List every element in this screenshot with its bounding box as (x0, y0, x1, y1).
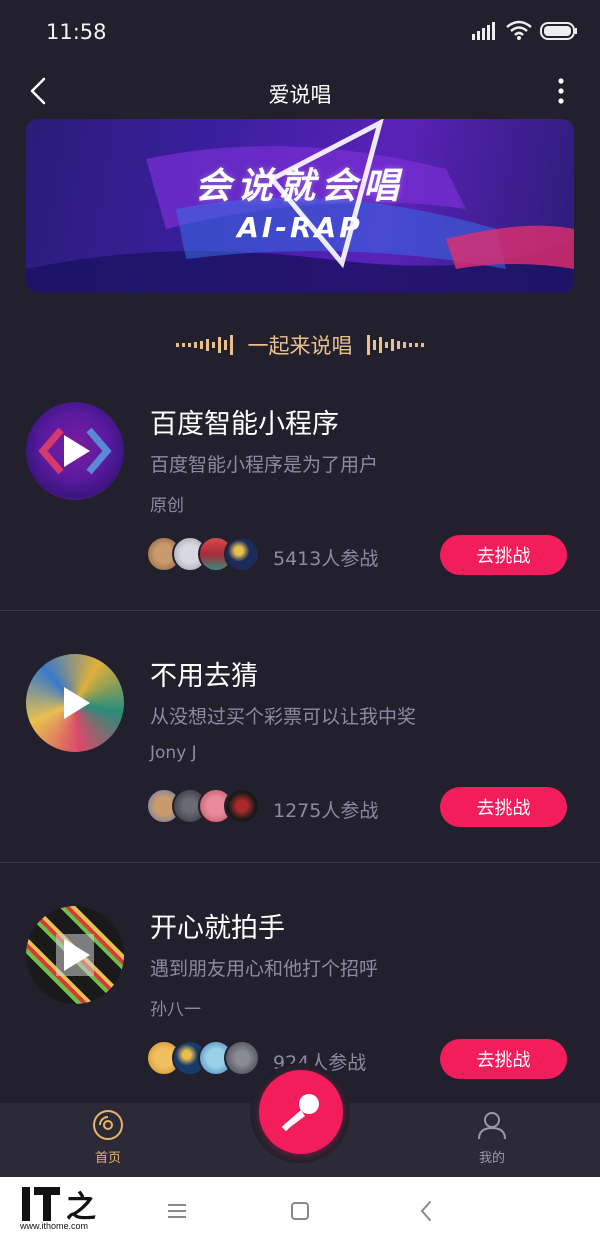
song-cover[interactable] (26, 402, 124, 500)
song-artist: Jony J (150, 743, 197, 763)
song-description: 从没想过买个彩票可以让我中奖 (150, 706, 417, 728)
song-description: 百度智能小程序是为了用户 (150, 454, 379, 476)
avatar (224, 536, 260, 572)
home-icon[interactable] (290, 1201, 310, 1221)
participant-avatars (146, 788, 262, 824)
banner-subtitle: AI-RAP (237, 211, 363, 244)
participant-avatars (146, 1040, 262, 1076)
page-title: 爱说唱 (268, 83, 332, 107)
play-icon[interactable] (26, 402, 124, 500)
user-icon (478, 1112, 506, 1140)
avatar (224, 788, 260, 824)
banner-title: 会说就会唱 (194, 165, 405, 207)
tab-mine[interactable]: 我的 (462, 1109, 522, 1173)
tab-home-label: 首页 (94, 1151, 121, 1166)
signal-icon (472, 22, 495, 40)
participant-avatars (146, 536, 262, 572)
microphone-icon (281, 1094, 319, 1132)
song-cover[interactable] (26, 654, 124, 752)
section-heading: 一起来说唱 (0, 328, 600, 362)
system-nav-bar: 之 www.ithome.com (0, 1177, 600, 1248)
song-title: 开心就拍手 (150, 913, 285, 944)
menu-icon[interactable] (166, 1201, 188, 1221)
song-title: 百度智能小程序 (150, 409, 339, 440)
tab-mine-label: 我的 (478, 1151, 505, 1166)
sound-wave-right-icon (366, 335, 424, 355)
song-artist: 原创 (150, 496, 184, 516)
challenge-button[interactable]: 去挑战 (440, 1039, 567, 1079)
challenge-button[interactable]: 去挑战 (440, 787, 567, 827)
system-back-icon[interactable] (418, 1199, 434, 1223)
battery-icon (540, 22, 577, 40)
status-time: 11:58 (46, 20, 107, 44)
song-artist: 孙八一 (150, 1000, 201, 1020)
wifi-icon (506, 20, 532, 40)
ai-rap-banner[interactable]: 会说就会唱 AI-RAP (26, 119, 574, 293)
participant-count: 5413人参战 (273, 548, 379, 570)
svg-text:之: 之 (66, 1190, 96, 1225)
status-bar: 11:58 (0, 0, 600, 62)
challenge-button[interactable]: 去挑战 (440, 535, 567, 575)
song-description: 遇到朋友用心和他打个招呼 (150, 958, 379, 980)
song-cover[interactable] (26, 906, 124, 1004)
watermark-url: www.ithome.com (20, 1221, 89, 1231)
vinyl-disc-icon (93, 1110, 123, 1140)
more-options-icon[interactable] (548, 74, 574, 108)
song-title: 不用去猜 (150, 661, 258, 692)
sound-wave-left-icon (175, 335, 233, 355)
section-heading-text: 一起来说唱 (247, 334, 353, 358)
song-item[interactable]: 百度智能小程序 百度智能小程序是为了用户 原创 5413人参战 去挑战 (0, 386, 600, 611)
tab-home[interactable]: 首页 (78, 1109, 138, 1173)
participant-count: 1275人参战 (273, 800, 379, 822)
play-icon[interactable] (26, 654, 124, 752)
record-mic-button[interactable] (259, 1070, 343, 1154)
song-item[interactable]: 不用去猜 从没想过买个彩票可以让我中奖 Jony J 1275人参战 去挑战 (0, 638, 600, 863)
avatar (224, 1040, 260, 1076)
play-icon[interactable] (26, 906, 124, 1004)
